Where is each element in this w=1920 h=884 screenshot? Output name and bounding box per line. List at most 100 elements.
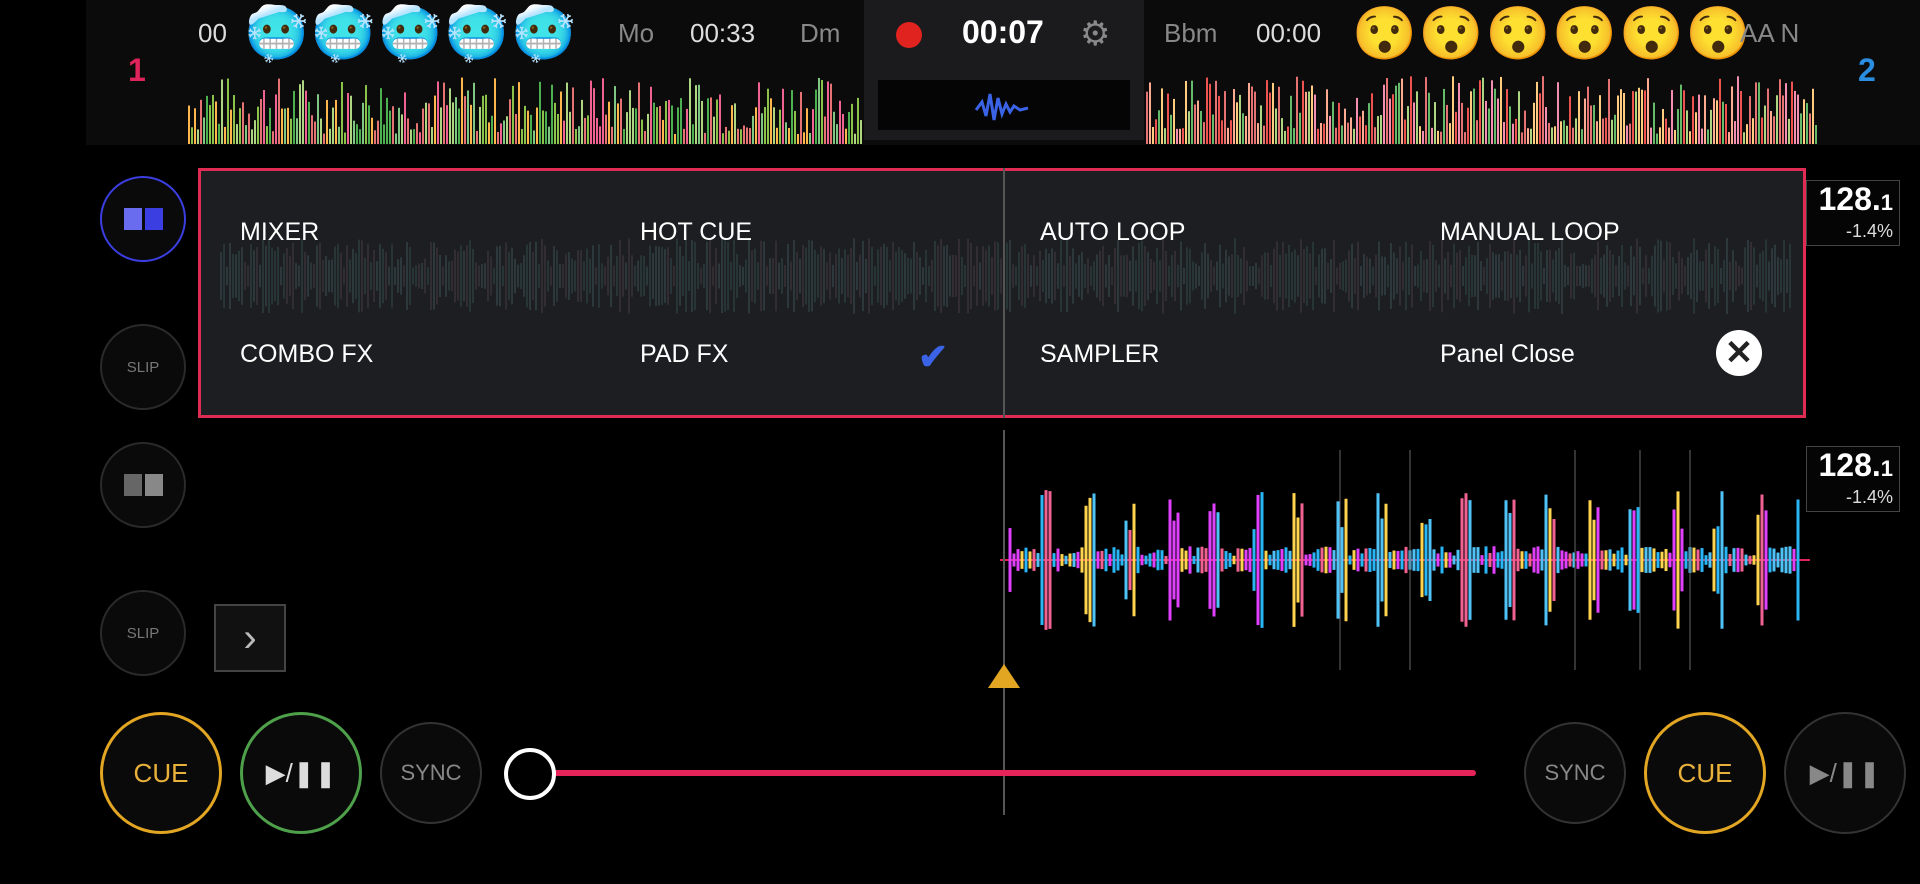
- waveform-bar: [1611, 119, 1613, 144]
- waveform-bar: [1263, 125, 1265, 144]
- waveform-bar: [812, 109, 814, 144]
- deck-2-elapsed-time: 00:00: [1256, 18, 1322, 48]
- deck-1-bpm-display[interactable]: 128.1 -1.4%: [1806, 180, 1900, 246]
- waveform-bar: [617, 103, 619, 144]
- waveform-bar: [821, 80, 823, 144]
- deck-1-elapsed-time: 00: [198, 18, 227, 48]
- sync-button-deck-1[interactable]: SYNC: [380, 722, 482, 824]
- waveform-bar: [299, 84, 301, 144]
- waveform-bar: [1779, 79, 1781, 144]
- panel-toggle-button-deck-2[interactable]: [100, 442, 186, 528]
- waveform-bar: [374, 130, 376, 144]
- waveform-bar: [1668, 127, 1670, 144]
- waveform-bar: [1329, 115, 1331, 144]
- waveform-bar: [1488, 108, 1490, 144]
- waveform-bar: [854, 133, 856, 144]
- waveform-bar: [1392, 94, 1394, 144]
- waveform-bar: [1725, 103, 1727, 144]
- recording-time: 00:07: [962, 14, 1044, 50]
- waveform-bar: [560, 91, 562, 144]
- waveform-bar: [1269, 92, 1271, 144]
- crossfader-track[interactable]: [532, 770, 1476, 776]
- menu-item-auto-loop[interactable]: AUTO LOOP: [1040, 218, 1185, 247]
- waveform-bar: [518, 82, 520, 144]
- play-pause-button-deck-1[interactable]: ▶/❚❚: [240, 712, 362, 834]
- mini-waveform-display: [878, 80, 1130, 130]
- waveform-bar: [1677, 109, 1679, 144]
- waveform-bar: [1308, 91, 1310, 144]
- waveform-bar: [245, 125, 247, 144]
- layout-icon: [123, 208, 163, 230]
- waveform-bar: [1560, 121, 1562, 144]
- waveform-bar: [1551, 127, 1553, 144]
- waveform-bar: [551, 84, 553, 144]
- waveform-bar: [665, 100, 667, 144]
- waveform-bar: [746, 127, 748, 144]
- waveform-bar: [272, 131, 274, 144]
- slip-button-deck-1[interactable]: SLIP: [100, 324, 186, 410]
- waveform-bar: [572, 87, 574, 144]
- waveform-bar: [1320, 122, 1322, 144]
- waveform-bar: [194, 108, 196, 144]
- menu-item-pad-fx[interactable]: PAD FX: [640, 340, 728, 369]
- waveform-bar: [449, 88, 451, 144]
- waveform-bar: [1380, 115, 1382, 144]
- waveform-bar: [1752, 118, 1754, 144]
- deck-1-bpm: 128.: [1818, 181, 1881, 217]
- waveform-bar: [539, 81, 541, 144]
- waveform-bar: [554, 102, 556, 144]
- waveform-bar: [1449, 123, 1451, 144]
- menu-item-manual-loop[interactable]: MANUAL LOOP: [1440, 218, 1620, 247]
- waveform-bar: [1629, 123, 1631, 144]
- waveform-bar: [770, 98, 772, 144]
- menu-item-panel-close[interactable]: Panel Close: [1440, 340, 1575, 369]
- cue-button-deck-2[interactable]: CUE: [1644, 712, 1766, 834]
- menu-item-combo-fx[interactable]: COMBO FX: [240, 340, 373, 369]
- waveform-bar: [1614, 114, 1616, 144]
- gear-icon[interactable]: ⚙: [1080, 14, 1110, 54]
- waveform-bar: [842, 113, 844, 144]
- waveform-bar: [263, 89, 265, 144]
- waveform-bar: [1632, 91, 1634, 144]
- waveform-bar: [1458, 82, 1460, 144]
- waveform-bar: [233, 95, 235, 144]
- menu-item-sampler[interactable]: SAMPLER: [1040, 340, 1159, 369]
- chevron-right-icon[interactable]: ›: [214, 604, 286, 672]
- cue-button-deck-1[interactable]: CUE: [100, 712, 222, 834]
- menu-item-mixer[interactable]: MIXER: [240, 218, 319, 247]
- sync-button-deck-2[interactable]: SYNC: [1524, 722, 1626, 824]
- crossfader-knob[interactable]: [504, 748, 556, 800]
- deck-2-main-waveform[interactable]: [1000, 440, 1810, 680]
- waveform-bar: [1647, 78, 1649, 144]
- waveform-bar: [290, 118, 292, 144]
- waveform-bar: [1716, 100, 1718, 144]
- waveform-bar: [641, 119, 643, 144]
- waveform-bar: [470, 104, 472, 144]
- waveform-bar: [1623, 93, 1625, 144]
- waveform-bar: [1272, 82, 1274, 144]
- waveform-bar: [1470, 91, 1472, 144]
- record-icon[interactable]: [896, 22, 922, 48]
- waveform-bar: [1755, 82, 1757, 144]
- waveform-bar: [1383, 84, 1385, 144]
- deck-1-overview-waveform[interactable]: [188, 76, 862, 144]
- waveform-bar: [296, 118, 298, 144]
- waveform-bar: [1365, 125, 1367, 144]
- waveform-bar: [809, 133, 811, 144]
- deck-2-overview-waveform[interactable]: [1146, 76, 1818, 144]
- waveform-bar: [536, 107, 538, 144]
- close-circle-icon[interactable]: ✕: [1716, 330, 1762, 376]
- slip-button-deck-2[interactable]: SLIP: [100, 590, 186, 676]
- play-pause-button-deck-2[interactable]: ▶/❚❚: [1784, 712, 1906, 834]
- menu-item-hot-cue[interactable]: HOT CUE: [640, 218, 752, 247]
- waveform-bar: [635, 108, 637, 144]
- panel-toggle-button-deck-1[interactable]: [100, 176, 186, 262]
- waveform-bar: [593, 88, 595, 144]
- waveform-bar: [377, 120, 379, 144]
- waveform-bar: [605, 114, 607, 144]
- waveform-bar: [632, 107, 634, 144]
- deck-2-bpm-display[interactable]: 128.1 -1.4%: [1806, 446, 1900, 512]
- waveform-bar: [1554, 126, 1556, 144]
- waveform-bar: [1251, 86, 1253, 144]
- waveform-bar: [1455, 111, 1457, 144]
